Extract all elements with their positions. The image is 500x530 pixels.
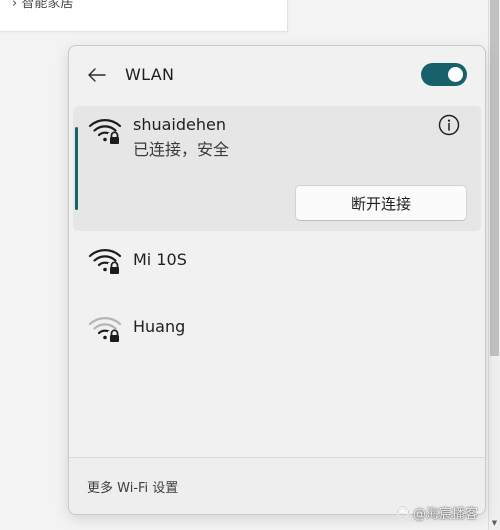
watermark-logo-icon	[396, 505, 410, 519]
page-scrollbar[interactable]: ▼	[488, 0, 500, 530]
panel-title: WLAN	[125, 65, 175, 84]
screen: › 智能家居 ▼ WLAN shuaidehen 已连接，安全 断开连接 Mi …	[0, 0, 500, 530]
network-item-shuaidehen[interactable]: shuaidehen 已连接，安全 断开连接	[73, 106, 481, 231]
toggle-knob	[448, 67, 463, 82]
scrollbar-thumb[interactable]	[490, 0, 499, 356]
network-status: 已连接，安全	[133, 140, 230, 159]
wlan-header: WLAN	[69, 46, 485, 104]
watermark: @海宸播客	[396, 502, 496, 522]
back-button[interactable]	[85, 63, 109, 87]
wlan-toggle[interactable]	[421, 63, 467, 86]
network-item-mi-10s[interactable]: Mi 10S	[73, 230, 481, 292]
more-wifi-settings-link[interactable]: 更多 Wi-Fi 设置	[87, 477, 178, 496]
info-icon[interactable]	[437, 113, 461, 137]
network-ssid: shuaidehen	[133, 115, 226, 134]
background-card-label: › 智能家居	[12, 0, 74, 11]
network-ssid: Mi 10S	[133, 250, 187, 269]
selection-indicator	[75, 127, 78, 210]
network-ssid: Huang	[133, 317, 186, 336]
wifi-secured-icon	[88, 119, 122, 144]
arrow-left-icon	[88, 68, 106, 82]
wifi-weak-secured-icon	[88, 317, 122, 342]
wlan-flyout: WLAN shuaidehen 已连接，安全 断开连接 Mi 10S Huang…	[68, 45, 486, 515]
disconnect-button[interactable]: 断开连接	[295, 185, 467, 221]
wifi-secured-icon	[88, 249, 122, 274]
watermark-text: @海宸播客	[413, 506, 479, 522]
network-item-huang[interactable]: Huang	[73, 297, 481, 359]
background-card: › 智能家居	[0, 0, 288, 32]
